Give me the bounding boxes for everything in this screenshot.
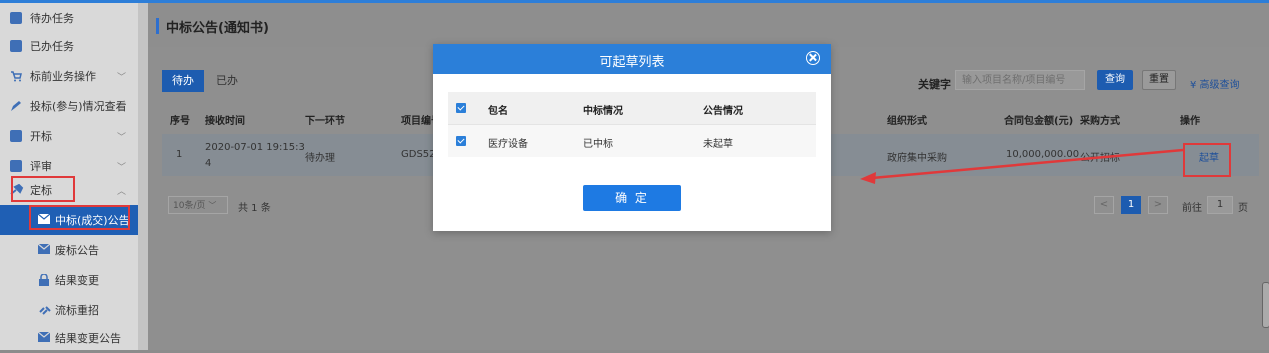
modal-header: 可起草列表 [433, 44, 831, 74]
close-icon[interactable] [806, 51, 820, 65]
col-package: 包名 [488, 106, 508, 117]
notice-status: 未起草 [703, 139, 733, 150]
select-all-checkbox[interactable] [456, 103, 466, 113]
row-checkbox[interactable] [456, 136, 466, 146]
col-notice-status: 公告情况 [703, 106, 743, 117]
modal-table-row: 医疗设备 已中标 未起草 [448, 124, 816, 157]
col-award-status: 中标情况 [583, 106, 623, 117]
package-name: 医疗设备 [488, 139, 528, 150]
modal-title: 可起草列表 [599, 55, 665, 70]
modal-table-header: 包名 中标情况 公告情况 [448, 92, 816, 124]
draft-list-modal: 可起草列表 包名 中标情况 公告情况 医疗设备 已中标 未起草 确 定 [433, 44, 831, 231]
confirm-button[interactable]: 确 定 [583, 185, 681, 211]
award-status: 已中标 [583, 139, 613, 150]
